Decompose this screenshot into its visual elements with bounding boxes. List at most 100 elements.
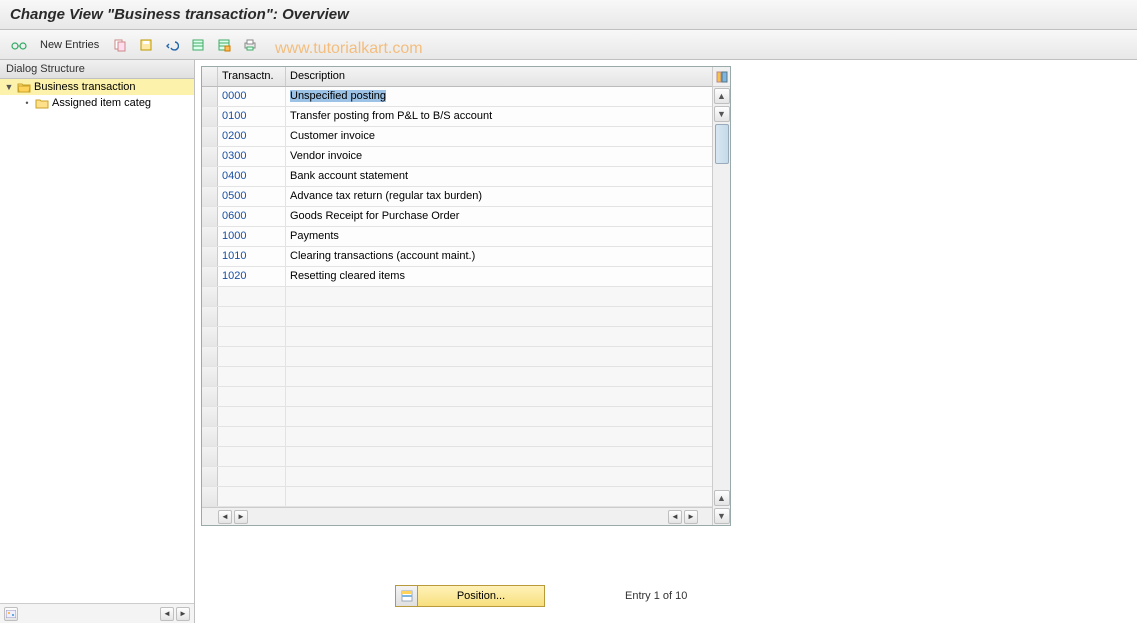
- cell-transactn[interactable]: [218, 467, 286, 486]
- row-select-handle[interactable]: [202, 267, 218, 286]
- row-select-handle[interactable]: [202, 427, 218, 446]
- select-all-icon[interactable]: [187, 35, 209, 55]
- row-select-handle[interactable]: [202, 167, 218, 186]
- expander-icon[interactable]: ▼: [4, 82, 14, 92]
- cell-description[interactable]: Goods Receipt for Purchase Order: [286, 207, 712, 226]
- cell-description[interactable]: [286, 287, 712, 306]
- cell-transactn[interactable]: 1000: [218, 227, 286, 246]
- cell-description[interactable]: Bank account statement: [286, 167, 712, 186]
- cell-description[interactable]: [286, 447, 712, 466]
- cell-description[interactable]: [286, 327, 712, 346]
- cell-description[interactable]: Clearing transactions (account maint.): [286, 247, 712, 266]
- table-row[interactable]: 1010Clearing transactions (account maint…: [202, 247, 712, 267]
- cell-description[interactable]: Transfer posting from P&L to B/S account: [286, 107, 712, 126]
- cell-transactn[interactable]: [218, 287, 286, 306]
- cell-transactn[interactable]: [218, 347, 286, 366]
- tree-scroll-left-icon[interactable]: ◄: [160, 607, 174, 621]
- row-select-handle[interactable]: [202, 127, 218, 146]
- cell-description[interactable]: Payments: [286, 227, 712, 246]
- glasses-icon[interactable]: [8, 35, 30, 55]
- col-header-transactn[interactable]: Transactn.: [218, 67, 286, 86]
- row-select-handle[interactable]: [202, 307, 218, 326]
- save-variant-icon[interactable]: [135, 35, 157, 55]
- row-select-handle[interactable]: [202, 287, 218, 306]
- cell-transactn[interactable]: 0600: [218, 207, 286, 226]
- tree-node-business-transaction[interactable]: ▼ Business transaction: [0, 79, 194, 95]
- cell-transactn[interactable]: 0300: [218, 147, 286, 166]
- row-select-handle[interactable]: [202, 87, 218, 106]
- cell-transactn[interactable]: 1010: [218, 247, 286, 266]
- position-button[interactable]: Position...: [395, 585, 545, 607]
- cell-description[interactable]: Customer invoice: [286, 127, 712, 146]
- table-row[interactable]: 0500Advance tax return (regular tax burd…: [202, 187, 712, 207]
- row-select-handle[interactable]: [202, 447, 218, 466]
- cell-description[interactable]: [286, 367, 712, 386]
- cell-transactn[interactable]: [218, 407, 286, 426]
- table-row[interactable]: [202, 407, 712, 427]
- table-row[interactable]: [202, 447, 712, 467]
- row-select-handle[interactable]: [202, 367, 218, 386]
- row-select-handle[interactable]: [202, 387, 218, 406]
- vscroll-up2-icon[interactable]: ▲: [714, 490, 730, 506]
- row-select-handle[interactable]: [202, 147, 218, 166]
- table-row[interactable]: 1000Payments: [202, 227, 712, 247]
- tree-scroll-right-icon[interactable]: ►: [176, 607, 190, 621]
- table-row[interactable]: 0600Goods Receipt for Purchase Order: [202, 207, 712, 227]
- hscroll-right-icon[interactable]: ►: [234, 510, 248, 524]
- cell-transactn[interactable]: 0200: [218, 127, 286, 146]
- table-config-icon[interactable]: [713, 67, 730, 87]
- cell-description[interactable]: [286, 427, 712, 446]
- table-row[interactable]: 0000Unspecified posting: [202, 87, 712, 107]
- cell-transactn[interactable]: [218, 387, 286, 406]
- cell-description[interactable]: [286, 467, 712, 486]
- cell-transactn[interactable]: [218, 427, 286, 446]
- table-row[interactable]: [202, 327, 712, 347]
- cell-transactn[interactable]: [218, 487, 286, 506]
- tree-node-assigned-item-categ[interactable]: • Assigned item categ: [0, 95, 194, 111]
- undo-icon[interactable]: [161, 35, 183, 55]
- hscroll-right2-icon[interactable]: ►: [684, 510, 698, 524]
- table-row[interactable]: 0200Customer invoice: [202, 127, 712, 147]
- vscroll-down-icon[interactable]: ▼: [714, 106, 730, 122]
- row-select-handle[interactable]: [202, 207, 218, 226]
- row-select-handle[interactable]: [202, 187, 218, 206]
- row-select-handle[interactable]: [202, 407, 218, 426]
- cell-description[interactable]: Resetting cleared items: [286, 267, 712, 286]
- row-select-handle[interactable]: [202, 347, 218, 366]
- cell-description[interactable]: [286, 387, 712, 406]
- table-row[interactable]: [202, 467, 712, 487]
- tree-config-icon[interactable]: [4, 607, 18, 621]
- print-icon[interactable]: [239, 35, 261, 55]
- cell-description[interactable]: [286, 487, 712, 506]
- table-row[interactable]: 1020Resetting cleared items: [202, 267, 712, 287]
- table-row[interactable]: [202, 347, 712, 367]
- table-row[interactable]: [202, 367, 712, 387]
- cell-description[interactable]: Unspecified posting: [286, 87, 712, 106]
- table-row[interactable]: [202, 287, 712, 307]
- cell-transactn[interactable]: [218, 307, 286, 326]
- table-row[interactable]: 0300Vendor invoice: [202, 147, 712, 167]
- vscroll-up-icon[interactable]: ▲: [714, 88, 730, 104]
- cell-description[interactable]: [286, 407, 712, 426]
- cell-transactn[interactable]: 0100: [218, 107, 286, 126]
- col-header-description[interactable]: Description: [286, 67, 712, 86]
- row-select-handle[interactable]: [202, 107, 218, 126]
- copy-icon[interactable]: [109, 35, 131, 55]
- row-select-handle[interactable]: [202, 467, 218, 486]
- table-row[interactable]: [202, 387, 712, 407]
- table-row[interactable]: 0100Transfer posting from P&L to B/S acc…: [202, 107, 712, 127]
- hscroll-left-icon[interactable]: ◄: [218, 510, 232, 524]
- table-row[interactable]: [202, 307, 712, 327]
- hscroll-left2-icon[interactable]: ◄: [668, 510, 682, 524]
- vscroll-down2-icon[interactable]: ▼: [714, 508, 730, 524]
- cell-description[interactable]: [286, 307, 712, 326]
- row-select-handle[interactable]: [202, 247, 218, 266]
- row-select-handle[interactable]: [202, 487, 218, 506]
- cell-description[interactable]: Advance tax return (regular tax burden): [286, 187, 712, 206]
- cell-transactn[interactable]: [218, 367, 286, 386]
- cell-transactn[interactable]: 0400: [218, 167, 286, 186]
- cell-transactn[interactable]: 1020: [218, 267, 286, 286]
- cell-transactn[interactable]: [218, 327, 286, 346]
- cell-description[interactable]: Vendor invoice: [286, 147, 712, 166]
- table-row[interactable]: 0400Bank account statement: [202, 167, 712, 187]
